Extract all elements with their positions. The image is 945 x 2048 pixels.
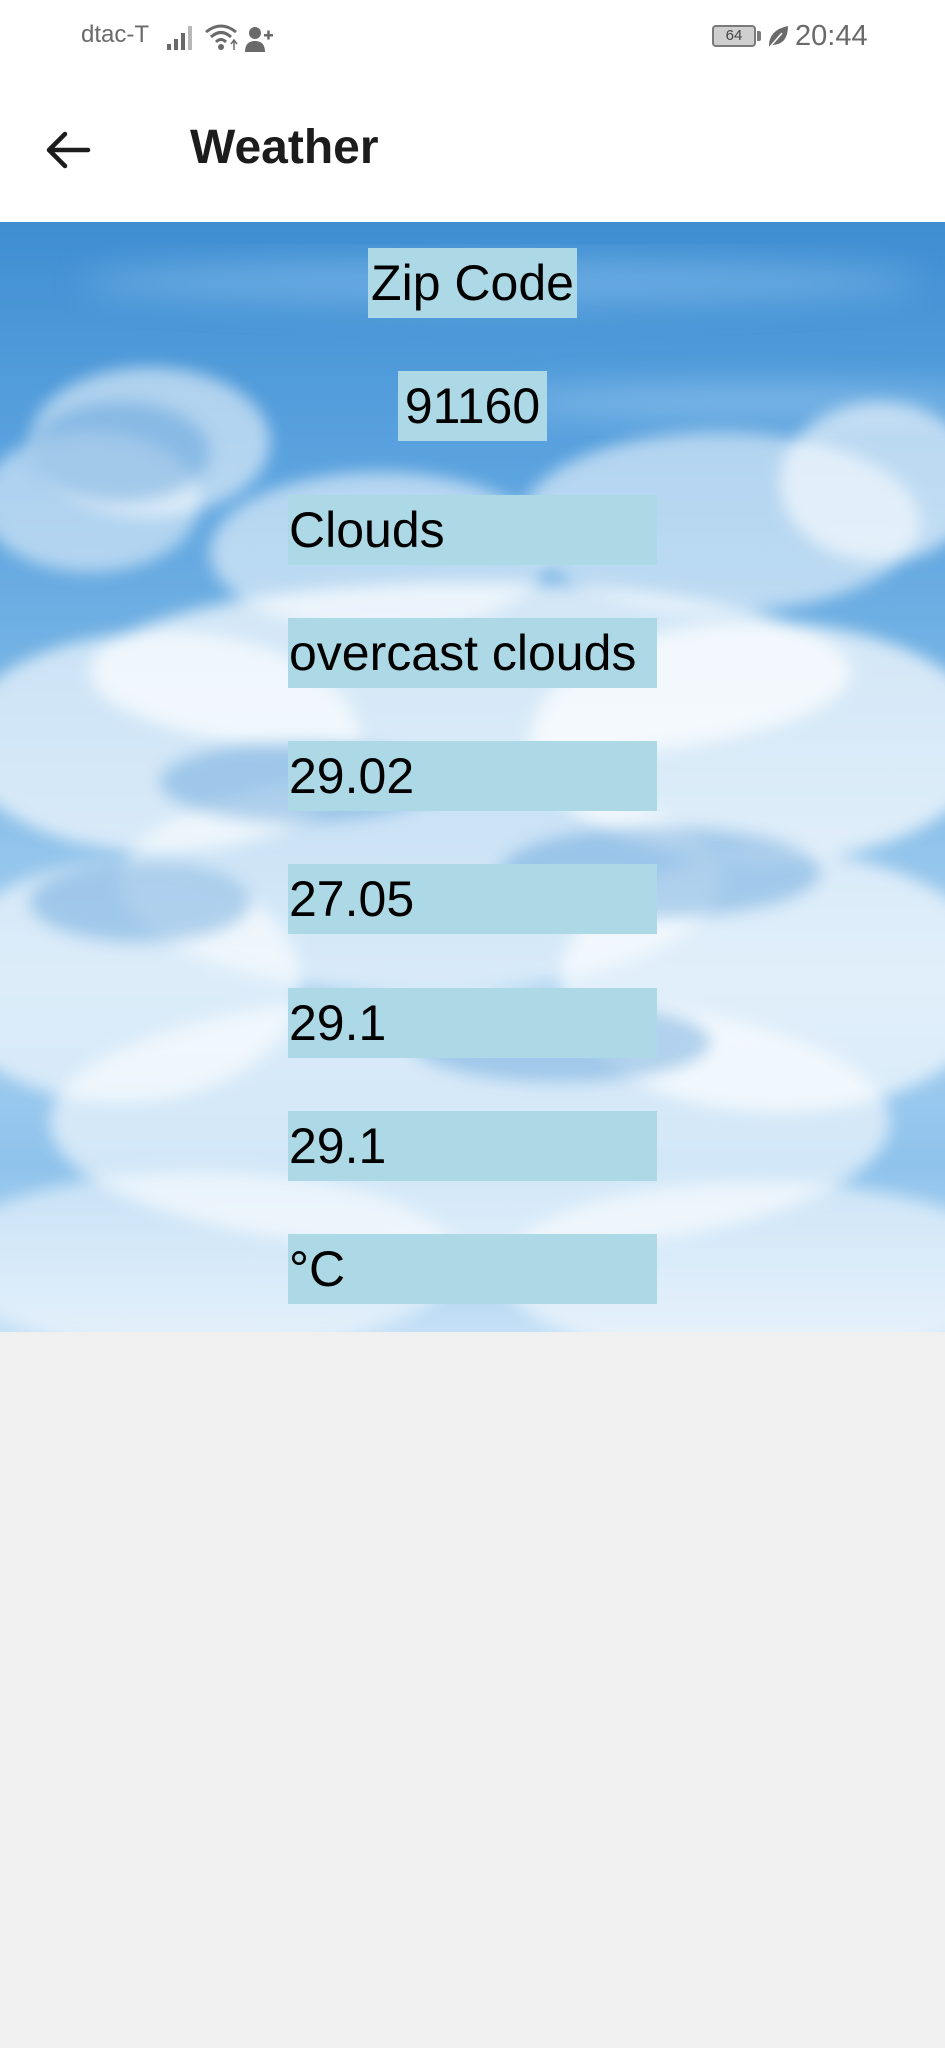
temperature-unit: °C	[288, 1234, 657, 1304]
leaf-icon	[768, 26, 788, 49]
temp-max-value: 29.1	[288, 1111, 657, 1181]
status-bar: dtac-T 64 20:44	[0, 0, 945, 76]
back-button[interactable]	[30, 112, 106, 188]
weather-description: overcast clouds	[288, 618, 657, 688]
battery-tip	[757, 31, 761, 41]
feels-like-value: 27.05	[288, 864, 657, 934]
weather-main: Clouds	[288, 495, 657, 565]
zip-code-label: Zip Code	[368, 248, 577, 318]
user-add-icon	[245, 27, 273, 52]
battery-icon: 64	[712, 25, 756, 47]
clock: 20:44	[795, 20, 868, 52]
carrier-name: dtac-T	[81, 21, 150, 48]
temperature-value: 29.02	[288, 741, 657, 811]
clouds-background: Zip Code 91160 Clouds overcast clouds 29…	[0, 222, 945, 1332]
page-title: Weather	[190, 121, 379, 174]
zip-code-value: 91160	[398, 371, 547, 441]
temp-min-value: 29.1	[288, 988, 657, 1058]
wifi-icon	[205, 24, 238, 50]
arrow-left-icon	[46, 131, 91, 169]
signal-icon	[167, 26, 192, 50]
app-bar: Weather	[0, 76, 945, 222]
